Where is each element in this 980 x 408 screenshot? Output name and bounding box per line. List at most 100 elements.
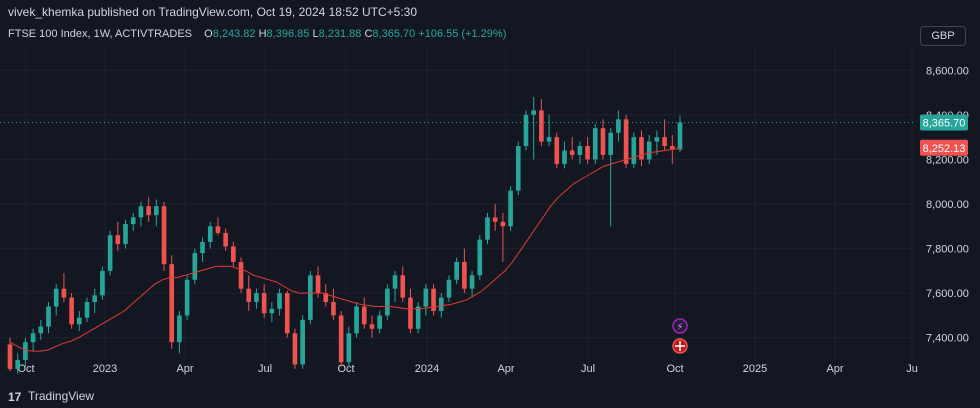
candle-body [623, 119, 629, 164]
candle-body [400, 275, 406, 298]
x-tick-label: 2024 [415, 363, 439, 375]
candle-body [677, 122, 683, 150]
y-tick-label: 8,000.00 [926, 199, 969, 211]
price-chart[interactable]: 8,600.008,400.008,200.008,000.007,800.00… [0, 0, 980, 384]
y-tick-label: 8,600.00 [926, 65, 969, 77]
candle-body [284, 293, 290, 334]
candle-body [15, 360, 21, 369]
candle-body [292, 333, 298, 365]
candle-body [92, 295, 98, 303]
y-tick-label: 7,400.00 [926, 333, 969, 345]
candle-body [654, 137, 660, 142]
x-tick-label: Oct [666, 363, 683, 375]
candle-body [100, 270, 105, 296]
candle-body [338, 315, 344, 363]
candle-body [238, 261, 244, 289]
candle-body [107, 235, 113, 271]
candle-body [200, 241, 205, 254]
candle-body [38, 326, 44, 334]
x-tick-label: Ju [906, 363, 918, 375]
footer-bar: 17 TradingView [0, 384, 980, 408]
y-tick-label: 7,600.00 [926, 288, 969, 300]
candle-body [662, 137, 667, 147]
candle-body [331, 302, 336, 316]
candle-body [215, 226, 221, 233]
candle-body [508, 190, 513, 227]
candle-body [500, 221, 506, 227]
candle-body [408, 297, 413, 329]
candle-body [361, 306, 367, 325]
price-label-text: 8,252.13 [923, 143, 966, 155]
candle-body [385, 288, 390, 316]
candle-body [346, 333, 352, 363]
candle-body [477, 239, 483, 276]
x-tick-label: 2025 [743, 363, 767, 375]
candle-body [169, 264, 175, 343]
candle-body [308, 275, 313, 320]
candle-body [146, 206, 151, 216]
candle-body [562, 150, 567, 164]
candle-body [231, 246, 236, 262]
candle-body [415, 306, 421, 329]
candle-body [277, 293, 282, 309]
candle-body [539, 110, 544, 142]
candle-body [392, 275, 398, 289]
candle-body [7, 344, 13, 369]
candle-body [261, 293, 267, 314]
candle-body [585, 146, 590, 160]
candle-body [592, 128, 598, 160]
candle-body [223, 232, 228, 247]
candle-body [77, 317, 82, 325]
candle-body [46, 306, 51, 327]
candle-body [161, 206, 167, 265]
price-label-text: 8,365.70 [923, 118, 966, 130]
candle-body [469, 275, 475, 289]
candle-body [546, 137, 552, 142]
x-tick-label: Apr [497, 363, 514, 375]
candle-body [631, 137, 637, 164]
candle-body [177, 315, 182, 343]
candle-body [246, 288, 252, 303]
candle-body [485, 217, 490, 240]
candle-body [315, 275, 321, 294]
candle-body [569, 150, 575, 155]
x-tick-label: Apr [176, 363, 193, 375]
candle-body [515, 146, 521, 191]
candle-body [462, 261, 467, 289]
candle-body [30, 333, 36, 343]
candle-body [531, 110, 536, 115]
x-tick-label: Jul [581, 363, 595, 375]
x-tick-label: Oct [337, 363, 354, 375]
candle-body [23, 342, 28, 360]
candle-body [254, 293, 259, 303]
candle-body [184, 279, 190, 316]
brand-name[interactable]: TradingView [28, 389, 94, 403]
tradingview-logo-icon[interactable]: 17 [8, 390, 21, 404]
candle-body [192, 253, 198, 280]
x-tick-label: Jul [258, 363, 272, 375]
candle-body [616, 119, 621, 133]
candle-body [300, 319, 305, 365]
candle-body [377, 315, 382, 329]
candle-body [608, 132, 613, 155]
candle-body [577, 146, 583, 155]
candle-body [438, 297, 444, 311]
candle-body [554, 137, 560, 164]
x-tick-label: 2023 [93, 363, 117, 375]
candle-body [84, 302, 90, 318]
x-tick-label: Apr [826, 363, 843, 375]
candle-body [646, 141, 652, 160]
candle-body [369, 324, 375, 329]
y-tick-label: 7,800.00 [926, 244, 969, 256]
candle-body [354, 306, 359, 334]
candle-body [446, 279, 452, 298]
candle-body [138, 206, 144, 218]
y-tick-label: 8,200.00 [926, 154, 969, 166]
candle-body [523, 114, 529, 147]
candle-body [492, 217, 498, 222]
candle-body [115, 235, 121, 245]
candle-body [130, 217, 136, 225]
candle-body [423, 288, 429, 307]
lightning-icon: ⚡ [676, 322, 683, 333]
candle-body [53, 288, 59, 307]
